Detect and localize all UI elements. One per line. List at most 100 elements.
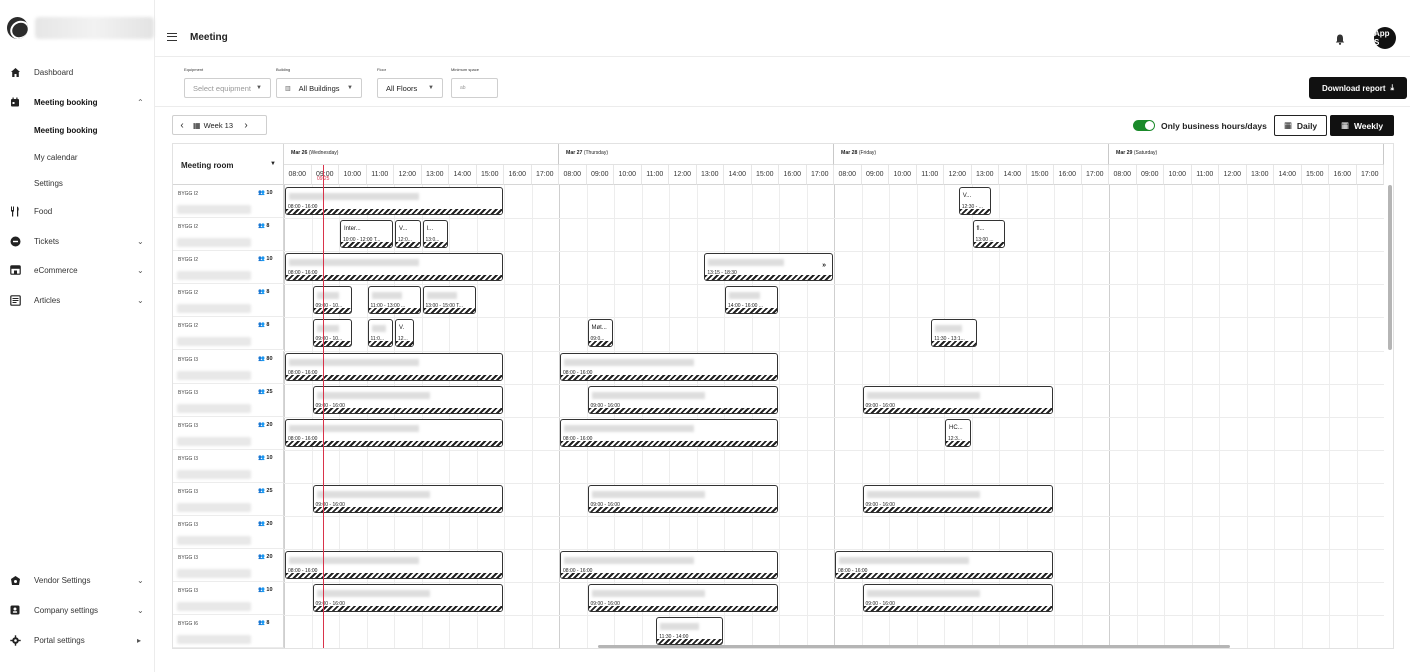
booking-block[interactable]: V. 12... <box>395 319 414 348</box>
booking-block[interactable]: 08:00 - 16:00 <box>835 551 1053 580</box>
chevron-icon: ⌄ <box>137 575 144 585</box>
booking-block[interactable]: 09:00 - 16:00 <box>312 584 503 613</box>
hour-header: 17:00 <box>806 165 834 185</box>
booking-block[interactable]: 08:00 - 16:00 <box>560 551 778 580</box>
booking-title-redacted <box>289 557 419 565</box>
booking-block[interactable]: 09:00 - 16:00 <box>862 584 1053 613</box>
sidebar-item-my-calendar[interactable]: My calendar <box>0 146 155 168</box>
sidebar-item-label: Articles <box>34 295 61 305</box>
booking-block[interactable]: 09:00 - 16:00 <box>587 385 778 414</box>
room-row-label[interactable]: BYGG I2 👥 8 <box>173 284 284 318</box>
booking-block[interactable]: V... 12:30 - ... <box>958 187 992 215</box>
booking-block[interactable]: 09:00 - 16:00 <box>312 385 503 414</box>
booking-block[interactable]: 11:30 - 13:1... <box>931 319 978 348</box>
booking-block[interactable]: HC... 12:3... <box>945 418 971 447</box>
daily-view-button[interactable]: ▦ Daily <box>1274 115 1327 136</box>
booking-block[interactable]: 09:00 - 16:00 <box>862 385 1053 414</box>
booking-block[interactable]: 11:00 - 13:00 ... <box>367 286 421 315</box>
booking-block[interactable]: 13:00 - 15:00 T... <box>422 286 476 315</box>
sidebar-item-label: Portal settings <box>34 635 85 645</box>
floor-select[interactable]: All Floors ▼ <box>377 78 443 98</box>
booking-block[interactable]: 08:00 - 16:00 <box>560 352 778 381</box>
room-building: BYGG I2 <box>178 257 199 264</box>
booking-block[interactable]: 11:0... <box>367 319 393 348</box>
weekly-view-button[interactable]: ▦ Weekly <box>1330 115 1394 136</box>
room-building: BYGG I2 <box>178 191 199 197</box>
sidebar-item-company-settings[interactable]: Company settings ⌄ <box>0 599 155 621</box>
week-label[interactable]: Week 13 <box>204 121 233 130</box>
building-select[interactable]: ▥ All Buildings ▼ <box>276 78 362 98</box>
sidebar-item-ecommerce[interactable]: eCommerce ⌄ <box>0 259 155 281</box>
booking-time: 09:00 - 16:00 <box>315 402 345 409</box>
booking-block[interactable]: 09:00 - 16:00 <box>587 584 778 613</box>
room-row-label[interactable]: BYGG I3 👥 20 <box>173 516 284 549</box>
booking-block[interactable]: 14:00 - 16:00 ... <box>725 286 778 315</box>
room-row-label[interactable]: BYGG I2 👥 10 <box>173 185 284 218</box>
booking-block[interactable]: 09:00 - 16:00 <box>312 484 503 513</box>
booking-time: 09:00 - 16:00 <box>865 601 895 608</box>
booking-block[interactable]: fl... 13:00 ... <box>972 220 1005 249</box>
booking-title-redacted <box>316 590 430 598</box>
home-icon <box>9 66 21 78</box>
booking-block[interactable]: V... 12:0... <box>395 220 421 249</box>
vertical-scrollbar[interactable] <box>1388 185 1392 350</box>
booking-block[interactable]: I... 13:0... <box>422 220 448 249</box>
room-row-label[interactable]: BYGG I3 👥 10 <box>173 582 284 616</box>
sidebar-item-dashboard[interactable]: Dashboard <box>0 61 155 83</box>
room-row-label[interactable]: BYGG I2 👥 8 <box>173 218 284 252</box>
menu-icon[interactable] <box>167 33 177 41</box>
sidebar-item-settings[interactable]: Settings <box>0 172 155 194</box>
booking-block[interactable]: 08:00 - 16:00 <box>285 551 503 580</box>
room-row-label[interactable]: BYGG I3 👥 25 <box>173 383 284 417</box>
sidebar-item-label: Settings <box>34 178 63 188</box>
sidebar-item-meeting-booking[interactable]: Meeting booking ⌃ <box>0 91 155 113</box>
booking-block[interactable]: 09:00 - 10... <box>312 286 352 315</box>
booking-block[interactable]: 13:15 - 18:30 » <box>704 253 833 282</box>
room-column-header[interactable]: Meeting room ▼ <box>173 144 284 185</box>
room-row-label[interactable]: BYGG I3 👥 20 <box>173 416 284 450</box>
store-icon <box>9 264 21 276</box>
booking-block[interactable]: 08:00 - 16:00 <box>560 418 778 447</box>
room-capacity: 👥 20 <box>258 422 273 428</box>
booking-block[interactable]: 09:00 - 16:00 <box>862 484 1053 513</box>
room-row-label[interactable]: BYGG I2 👥 10 <box>173 251 284 285</box>
hour-header: 16:00 <box>1054 165 1082 185</box>
min-space-input[interactable]: ab <box>451 78 498 98</box>
booking-block[interactable]: Inter... 10:00 - 12:00 T... <box>340 220 393 249</box>
booking-block[interactable]: 08:00 - 16:00 <box>285 352 503 381</box>
sidebar-item-portal-settings[interactable]: Portal settings ▸ <box>0 629 155 651</box>
booking-title-redacted <box>708 259 785 267</box>
equipment-select[interactable]: Select equipment ▼ <box>184 78 271 98</box>
room-row-label[interactable]: BYGG I3 👥 10 <box>173 449 284 483</box>
booking-block[interactable]: 09:00 - 10... <box>312 319 352 348</box>
room-row-label[interactable]: BYGG I6 👥 8 <box>173 615 284 648</box>
room-row-label[interactable]: BYGG I3 👥 25 <box>173 482 284 516</box>
bell-icon[interactable] <box>1335 32 1345 50</box>
room-row-label[interactable]: BYGG I3 👥 20 <box>173 549 284 583</box>
sidebar-item-vendor-settings[interactable]: Vendor Settings ⌄ <box>0 569 155 591</box>
booking-block[interactable]: Møt... 09:0... <box>587 319 613 348</box>
room-row-label[interactable]: BYGG I2 👥 8 <box>173 317 284 351</box>
booking-block[interactable]: 09:00 - 16:00 <box>587 484 778 513</box>
avatar[interactable]: App S <box>1374 27 1396 49</box>
sidebar-item-articles[interactable]: Articles ⌄ <box>0 289 155 311</box>
booking-block[interactable]: 11:30 - 14:00 <box>656 617 723 646</box>
sidebar-item-food[interactable]: Food <box>0 200 155 222</box>
previous-week-button[interactable]: ‹ <box>173 120 191 131</box>
room-row-label[interactable]: BYGG I3 👥 80 <box>173 350 284 384</box>
sidebar-item-tickets[interactable]: Tickets ⌄ <box>0 230 155 252</box>
room-building: BYGG I3 <box>178 588 199 595</box>
room-name-redacted <box>177 569 251 579</box>
brand[interactable] <box>0 0 154 56</box>
booking-block[interactable]: 08:00 - 16:00 <box>285 253 503 282</box>
next-week-button[interactable]: › <box>237 120 255 131</box>
sidebar-item-meeting-booking[interactable]: Meeting booking <box>0 119 155 141</box>
booking-block[interactable]: 08:00 - 16:00 <box>285 187 503 215</box>
room-building: BYGG I2 <box>178 224 199 231</box>
booking-block[interactable]: 08:00 - 16:00 <box>285 418 503 447</box>
min-space-placeholder: ab <box>460 85 466 91</box>
download-report-button[interactable]: Download report ⤓ <box>1309 77 1407 99</box>
business-hours-toggle[interactable] <box>1133 120 1155 131</box>
horizontal-scrollbar[interactable] <box>598 645 1230 648</box>
filter-bar: Equipment Select equipment ▼ Building ▥ … <box>155 57 1410 107</box>
